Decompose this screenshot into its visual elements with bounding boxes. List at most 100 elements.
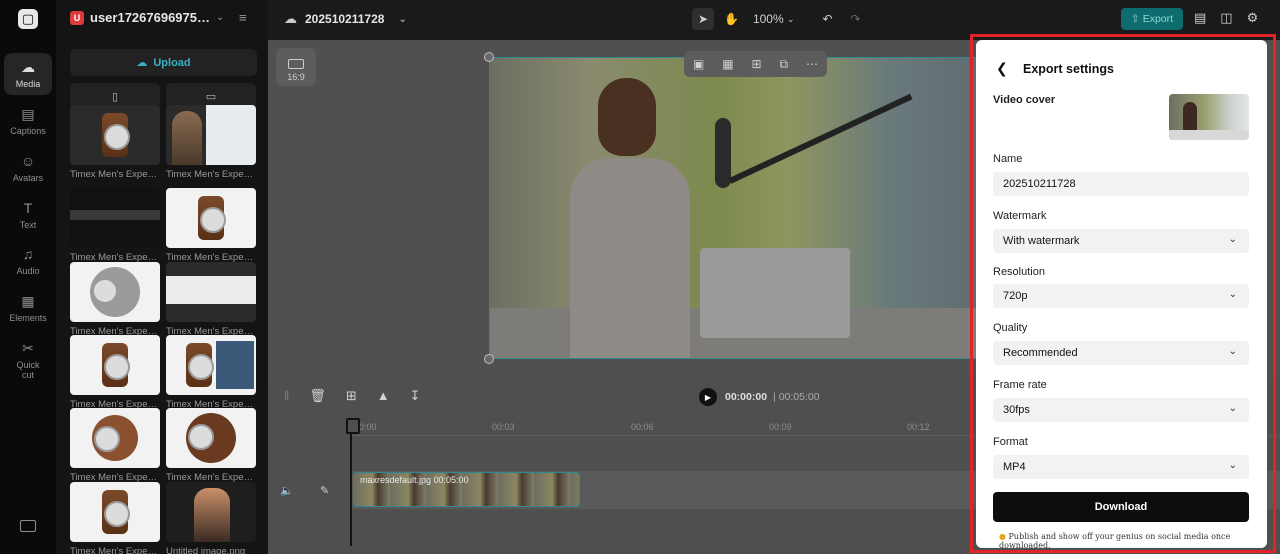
- edit-icon[interactable]: ✎: [320, 484, 329, 497]
- project-name-menu[interactable]: ☁ 202510211728 ⌄: [284, 11, 407, 27]
- media-tile[interactable]: Timex Men's Exped…: [166, 335, 256, 410]
- chevron-down-icon: ⌄: [787, 13, 795, 24]
- trash-icon[interactable]: 🗑: [309, 388, 326, 404]
- media-thumbnail: [70, 408, 160, 468]
- chevron-down-icon: ⌄: [1228, 346, 1237, 357]
- gear-icon[interactable]: ⚙: [1247, 10, 1259, 26]
- quality-label: Quality: [993, 322, 1028, 334]
- rail-item-quick-cut[interactable]: ✂ Quick cut: [4, 334, 52, 384]
- aspect-ratio-button[interactable]: 16:9: [276, 48, 316, 86]
- cloud-upload-icon: ☁: [136, 57, 148, 69]
- crop-icon[interactable]: ⊞: [346, 388, 357, 404]
- split-icon[interactable]: ‖: [284, 388, 289, 404]
- elements-icon: ▦: [21, 293, 35, 309]
- rail-item-captions[interactable]: ▤ Captions: [4, 100, 52, 142]
- avatar-icon: ☺: [20, 153, 36, 169]
- app-logo[interactable]: ▢: [18, 9, 38, 29]
- rail-item-audio[interactable]: ♫ Audio: [4, 240, 52, 282]
- media-tile[interactable]: Timex Men's Exped…: [70, 335, 160, 410]
- format-select[interactable]: MP4 ⌄: [993, 455, 1249, 479]
- media-tile[interactable]: Timex Men's Exped…: [166, 105, 256, 180]
- media-thumbnail: [166, 188, 256, 248]
- media-tile[interactable]: Timex Men's Exped…: [70, 262, 160, 337]
- media-panel: U user17267696975… ⌄ ≡ ☁ Upload ▯ ▭ Time…: [56, 0, 268, 554]
- format-label: Format: [993, 436, 1028, 448]
- upload-button[interactable]: ☁ Upload: [70, 49, 257, 76]
- ruler-mark: 00:03: [492, 422, 515, 432]
- name-label: Name: [993, 153, 1023, 165]
- watermark-label: Watermark: [993, 210, 1047, 222]
- export-settings-panel: ❮ Export settings Video cover Name 20251…: [976, 40, 1267, 550]
- rail-item-elements[interactable]: ▦ Elements: [4, 287, 52, 329]
- media-thumbnail: [70, 335, 160, 395]
- media-thumbnail: [166, 262, 256, 322]
- media-tile[interactable]: Timex Men's Exped…: [166, 408, 256, 483]
- play-button[interactable]: ▶: [699, 388, 717, 406]
- chevron-down-icon: ⌄: [1228, 234, 1237, 245]
- back-arrow-icon[interactable]: ❮: [996, 60, 1008, 77]
- timecode: 00:00:00 | 00:05:00: [725, 391, 820, 403]
- quality-select[interactable]: Recommended ⌄: [993, 341, 1249, 365]
- resize-handle[interactable]: [484, 354, 494, 364]
- video-preview[interactable]: [489, 57, 989, 359]
- keyboard-icon[interactable]: [20, 520, 36, 532]
- hand-tool-button[interactable]: ✋: [720, 8, 743, 30]
- undo-button[interactable]: ↶: [817, 8, 839, 30]
- cursor-icon: ➤: [697, 12, 709, 26]
- rail-item-text[interactable]: T Text: [4, 194, 52, 236]
- media-tile[interactable]: Untitled image.png: [166, 482, 256, 554]
- replace-icon[interactable]: ▣: [693, 57, 704, 71]
- chevron-down-icon[interactable]: ⌄: [216, 12, 224, 23]
- resize-handle[interactable]: [484, 52, 494, 62]
- zoom-dropdown[interactable]: 100% ⌄: [749, 8, 799, 30]
- media-tile[interactable]: Timex Men's Exped…: [166, 262, 256, 337]
- speaker-icon[interactable]: 🔈: [280, 484, 294, 497]
- rail-item-avatars[interactable]: ☺ Avatars: [4, 147, 52, 189]
- ruler-mark: 00:06: [631, 422, 654, 432]
- ruler-mark: 00:09: [769, 422, 792, 432]
- chevron-down-icon: ⌄: [1228, 460, 1237, 471]
- name-input[interactable]: 202510211728: [993, 172, 1249, 196]
- more-icon[interactable]: ⋯: [806, 57, 818, 71]
- media-thumbnail: [166, 482, 256, 542]
- fit-icon[interactable]: ▦: [722, 57, 733, 71]
- music-icon: ♫: [22, 246, 34, 262]
- hand-icon: ✋: [724, 12, 739, 26]
- export-icon: ⇧: [1130, 13, 1140, 25]
- ratio-icon: [288, 59, 304, 69]
- select-tool-button[interactable]: ➤: [692, 8, 714, 30]
- panel-title: Export settings: [1023, 62, 1114, 76]
- export-button[interactable]: ⇧ Export: [1121, 8, 1183, 30]
- crop-icon[interactable]: ⊞: [751, 57, 761, 71]
- media-tile[interactable]: Timex Men's Exped…: [166, 188, 256, 263]
- watermark-select[interactable]: With watermark ⌄: [993, 229, 1249, 253]
- media-tile[interactable]: Timex Men's Exped…: [70, 482, 160, 554]
- rail-item-media[interactable]: ☁ Media: [4, 53, 52, 95]
- redo-button[interactable]: ↷: [845, 8, 867, 30]
- layers-icon[interactable]: ▤: [1194, 10, 1206, 26]
- media-tile[interactable]: Timex Men's Exped…: [70, 105, 160, 180]
- flip-icon[interactable]: ▲: [377, 388, 390, 404]
- framerate-select[interactable]: 30fps ⌄: [993, 398, 1249, 422]
- panel-toggle-icon[interactable]: ◫: [1220, 10, 1232, 26]
- username: user17267696975…: [90, 10, 210, 25]
- resolution-select[interactable]: 720p ⌄: [993, 284, 1249, 308]
- video-cover-thumbnail[interactable]: [1169, 94, 1249, 140]
- text-icon: T: [23, 200, 33, 216]
- media-thumbnail: [166, 408, 256, 468]
- media-tile[interactable]: Timex Men's Exped…: [70, 188, 160, 263]
- media-thumbnail: [166, 335, 256, 395]
- timeline-tools: ‖ 🗑 ⊞ ▲ ↧: [284, 388, 421, 404]
- cloud-sync-icon: ☁: [284, 11, 297, 26]
- download-button[interactable]: Download: [993, 492, 1249, 522]
- download-icon[interactable]: ↧: [410, 388, 421, 404]
- playhead[interactable]: [346, 418, 360, 546]
- duplicate-icon[interactable]: ⧉: [779, 57, 788, 72]
- ruler-mark: 00:12: [907, 422, 930, 432]
- video-cover-label: Video cover: [993, 94, 1056, 106]
- media-tile[interactable]: Timex Men's Exped…: [70, 408, 160, 483]
- video-clip[interactable]: maxresdefault.jpg 00:05:00: [353, 472, 580, 507]
- phone-icon: ▯: [111, 91, 119, 103]
- user-menu[interactable]: U user17267696975…: [70, 10, 210, 25]
- menu-icon[interactable]: ≡: [239, 10, 247, 25]
